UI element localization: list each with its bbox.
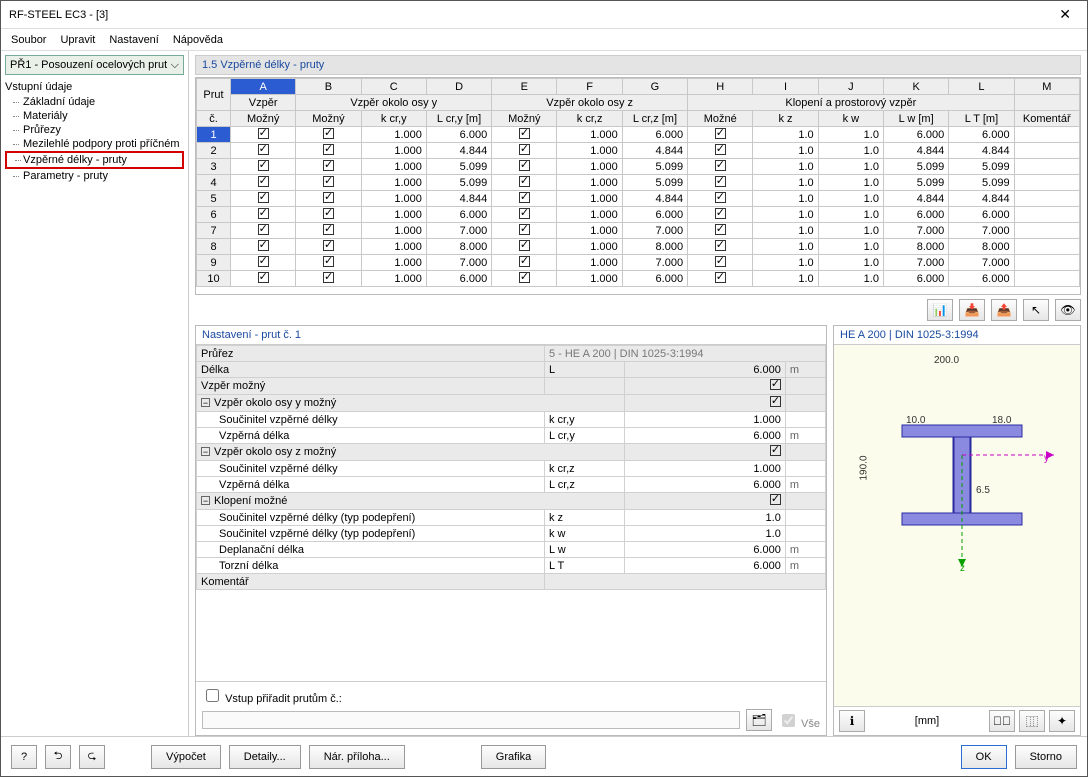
- close-icon[interactable]: ✕: [1051, 6, 1079, 23]
- grafika-button[interactable]: Grafika: [481, 745, 546, 769]
- details-button[interactable]: Detaily...: [229, 745, 301, 769]
- content-panel: 1.5 Vzpěrné délky - pruty PrutABCDEFGHIJ…: [189, 51, 1087, 736]
- cross-section-canvas: 200.0 190.0 10.0 18.0 6.5 y z: [834, 345, 1080, 706]
- excel-export-icon[interactable]: 📊: [927, 299, 953, 321]
- unit-label: [mm]: [915, 715, 939, 727]
- assign-input[interactable]: [202, 711, 740, 729]
- case-combo[interactable]: PŘ1 - Posouzení ocelových prut ⌵: [5, 55, 184, 75]
- tree-item[interactable]: Materiály: [5, 109, 184, 123]
- prev-icon[interactable]: ⮌: [45, 745, 71, 769]
- assign-checkbox[interactable]: Vstup přiřadit prutům č.:: [202, 686, 820, 705]
- section-title: 1.5 Vzpěrné délky - pruty: [195, 55, 1081, 75]
- tree-root[interactable]: Vstupní údaje: [5, 79, 184, 95]
- menu-settings[interactable]: Nastavení: [109, 34, 159, 46]
- annex-button[interactable]: Nár. příloha...: [309, 745, 405, 769]
- eye-icon[interactable]: 👁: [1055, 299, 1081, 321]
- axis-lines: [834, 345, 1081, 605]
- nav-tree: Vstupní údaje Základní údajeMateriályPrů…: [5, 79, 184, 183]
- menubar: Soubor Upravit Nastavení Nápověda: [1, 29, 1087, 51]
- view1-icon[interactable]: �⃠: [989, 710, 1015, 732]
- tree-item[interactable]: Vzpěrné délky - pruty: [5, 151, 184, 169]
- window-title: RF-STEEL EC3 - [3]: [9, 9, 1051, 21]
- tree-item[interactable]: Průřezy: [5, 123, 184, 137]
- detail-panel: Nastavení - prut č. 1 Průřez5 - HE A 200…: [195, 325, 827, 736]
- chevron-down-icon: ⌵: [171, 59, 179, 72]
- pick-icon[interactable]: ↖: [1023, 299, 1049, 321]
- members-grid[interactable]: PrutABCDEFGHIJKLMVzpěrVzpěr okolo osy yV…: [195, 77, 1081, 295]
- view2-icon[interactable]: ⿲: [1019, 710, 1045, 732]
- ok-button[interactable]: OK: [961, 745, 1007, 769]
- excel-import-icon[interactable]: 📥: [959, 299, 985, 321]
- case-combo-text: PŘ1 - Posouzení ocelových prut: [10, 59, 167, 71]
- next-icon[interactable]: ⮎: [79, 745, 105, 769]
- view3-icon[interactable]: ✦: [1049, 710, 1075, 732]
- navigator-panel: PŘ1 - Posouzení ocelových prut ⌵ Vstupní…: [1, 51, 189, 736]
- calc-button[interactable]: Výpočet: [151, 745, 221, 769]
- titlebar: RF-STEEL EC3 - [3] ✕: [1, 1, 1087, 29]
- footer: ? ⮌ ⮎ Výpočet Detaily... Nár. příloha...…: [1, 736, 1087, 776]
- cross-section-title: HE A 200 | DIN 1025-3:1994: [834, 326, 1080, 345]
- help-icon[interactable]: ?: [11, 745, 37, 769]
- menu-file[interactable]: Soubor: [11, 34, 46, 46]
- info-icon[interactable]: ℹ: [839, 710, 865, 732]
- menu-help[interactable]: Nápověda: [173, 34, 223, 46]
- all-checkbox[interactable]: Vše: [778, 711, 820, 730]
- cross-section-panel: HE A 200 | DIN 1025-3:1994: [833, 325, 1081, 736]
- excel-remove-icon[interactable]: 📤: [991, 299, 1017, 321]
- grid-toolbar: 📊 📥 📤 ↖ 👁: [195, 299, 1081, 321]
- pick-members-icon[interactable]: 🗂: [746, 709, 772, 731]
- assign-section: Vstup přiřadit prutům č.: 🗂 Vše: [196, 681, 826, 735]
- tree-item[interactable]: Parametry - pruty: [5, 169, 184, 183]
- tree-item[interactable]: Mezilehlé podpory proti příčném: [5, 137, 184, 151]
- menu-edit[interactable]: Upravit: [60, 34, 95, 46]
- app-window: RF-STEEL EC3 - [3] ✕ Soubor Upravit Nast…: [0, 0, 1088, 777]
- detail-title: Nastavení - prut č. 1: [196, 326, 826, 345]
- tree-item[interactable]: Základní údaje: [5, 95, 184, 109]
- storno-button[interactable]: Storno: [1015, 745, 1077, 769]
